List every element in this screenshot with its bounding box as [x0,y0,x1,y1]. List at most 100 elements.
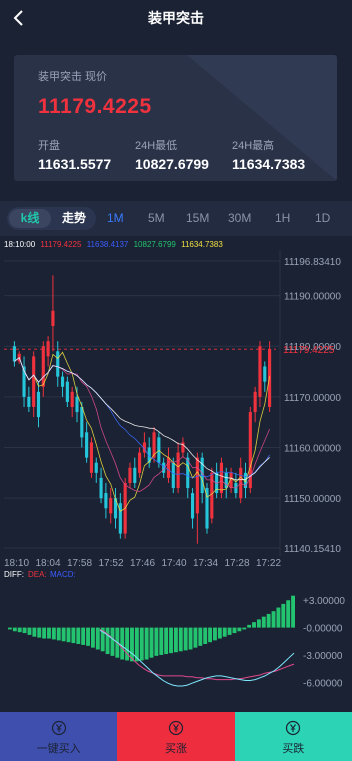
x-tick-label: 17:28 [225,558,250,569]
low-label: 24H最低 [135,140,178,152]
candle-body [94,462,98,473]
page-title: 装甲突击 [148,10,204,26]
macd-bar [222,627,227,637]
macd-bar [71,627,76,644]
macd-diff-label: DIFF: [4,570,24,579]
timeframe-1m[interactable]: 1M [107,211,124,225]
macd-bar [95,627,100,650]
timeframe-1h[interactable]: 1H [275,211,290,225]
x-tick-label: 18:04 [36,558,61,569]
yen-coin-icon [286,720,301,736]
chart-mode-toggle: k线 走势 [7,207,96,230]
macd-bar [237,627,242,632]
macd-bar [32,627,37,637]
kline-tab[interactable]: k线 [9,209,51,228]
macd-bar [27,627,32,635]
macd-bar [188,627,193,650]
macd-bar [213,627,217,641]
candle-body [253,391,257,413]
macd-bar [178,627,183,652]
candle-body [109,498,113,514]
macd-label: MACD: [50,570,76,579]
macd-bar [110,627,115,656]
ma-line [14,356,270,479]
macd-bar [86,627,90,646]
candle-body [190,493,195,519]
candle-body [128,467,132,483]
high-value: 11634.7383 [232,156,306,172]
macd-bar [47,627,51,639]
macd-bar [193,627,198,648]
macd-bar [8,627,12,630]
macd-bar [247,624,252,628]
macd-bar [208,627,213,643]
chart-tabs: k线 走势 1M 5M 15M 30M 1H 1D [0,201,352,236]
macd-bar [81,627,86,645]
x-tick-label: 17:58 [67,558,92,569]
macd-bar [232,627,237,634]
macd-bar [144,627,149,660]
macd-y-tick: -0.00000 [303,624,343,635]
candlestick-chart[interactable]: 11196.8341011190.0000011180.0000011170.0… [0,236,352,712]
macd-bar [276,607,281,628]
high-label: 24H最高 [232,140,275,152]
x-tick-label: 17:34 [193,558,218,569]
macd-bar [139,627,144,661]
macd-bar [51,627,56,640]
x-tick-label: 18:10 [4,558,29,569]
macd-bar [256,619,261,628]
buy-up-button[interactable]: 买涨 [117,712,235,761]
candle-body [12,346,16,362]
candle-body [104,493,108,509]
candle-body [80,407,84,438]
candle-body [27,396,31,408]
candle-body [56,351,60,377]
candle-body [258,346,262,397]
trade-bar: 一键买入 买涨 买跌 [0,712,352,761]
macd-bar [66,627,71,643]
candle-body [36,391,41,418]
candle-body [51,310,55,326]
timeframe-5m[interactable]: 5M [148,211,165,225]
timeframe-30m[interactable]: 30M [228,211,251,225]
trend-tab[interactable]: 走势 [53,209,95,228]
macd-bar [271,611,276,628]
candle-body [89,442,94,473]
macd-y-tick: -3.00000 [303,651,343,662]
candle-body [60,376,65,387]
macd-bar [198,627,203,646]
quick-buy-label: 一键买入 [36,743,81,755]
buy-down-button[interactable]: 买跌 [234,712,352,761]
open-label: 开盘 [38,140,60,152]
macd-bar [42,627,47,639]
candle-body [176,452,180,489]
yen-coin-icon [51,720,66,736]
open-value: 11631.5577 [38,156,112,172]
back-arrow-icon[interactable] [10,9,28,27]
macd-bar [203,627,208,645]
candle-body [195,457,199,514]
chart-area[interactable]: 18:10:00 11179.4225 11638.4137 10827.679… [0,236,352,712]
candle-body [219,462,224,494]
macd-bar [105,627,110,655]
macd-bar [154,627,159,656]
macd-bar [252,622,256,628]
quick-buy-button[interactable]: 一键买入 [0,712,118,761]
macd-bar [130,627,134,662]
candle-body [138,452,142,473]
candle-body [263,366,267,382]
macd-bar [291,595,295,628]
timeframe-15m[interactable]: 15M [186,211,209,225]
macd-bar [159,627,164,655]
buy-down-label: 买跌 [282,743,305,755]
current-price: 11179.4225 [38,95,152,118]
candle-body [171,462,175,489]
candle-body [75,396,79,413]
y-tick-label: 11140.15410 [284,544,341,555]
y-tick-label: 11150.00000 [284,494,341,505]
ma-line [14,356,270,481]
timeframe-1d[interactable]: 1D [315,211,330,225]
macd-bar [90,627,95,648]
macd-bar [173,627,178,653]
candle-body [32,356,36,408]
